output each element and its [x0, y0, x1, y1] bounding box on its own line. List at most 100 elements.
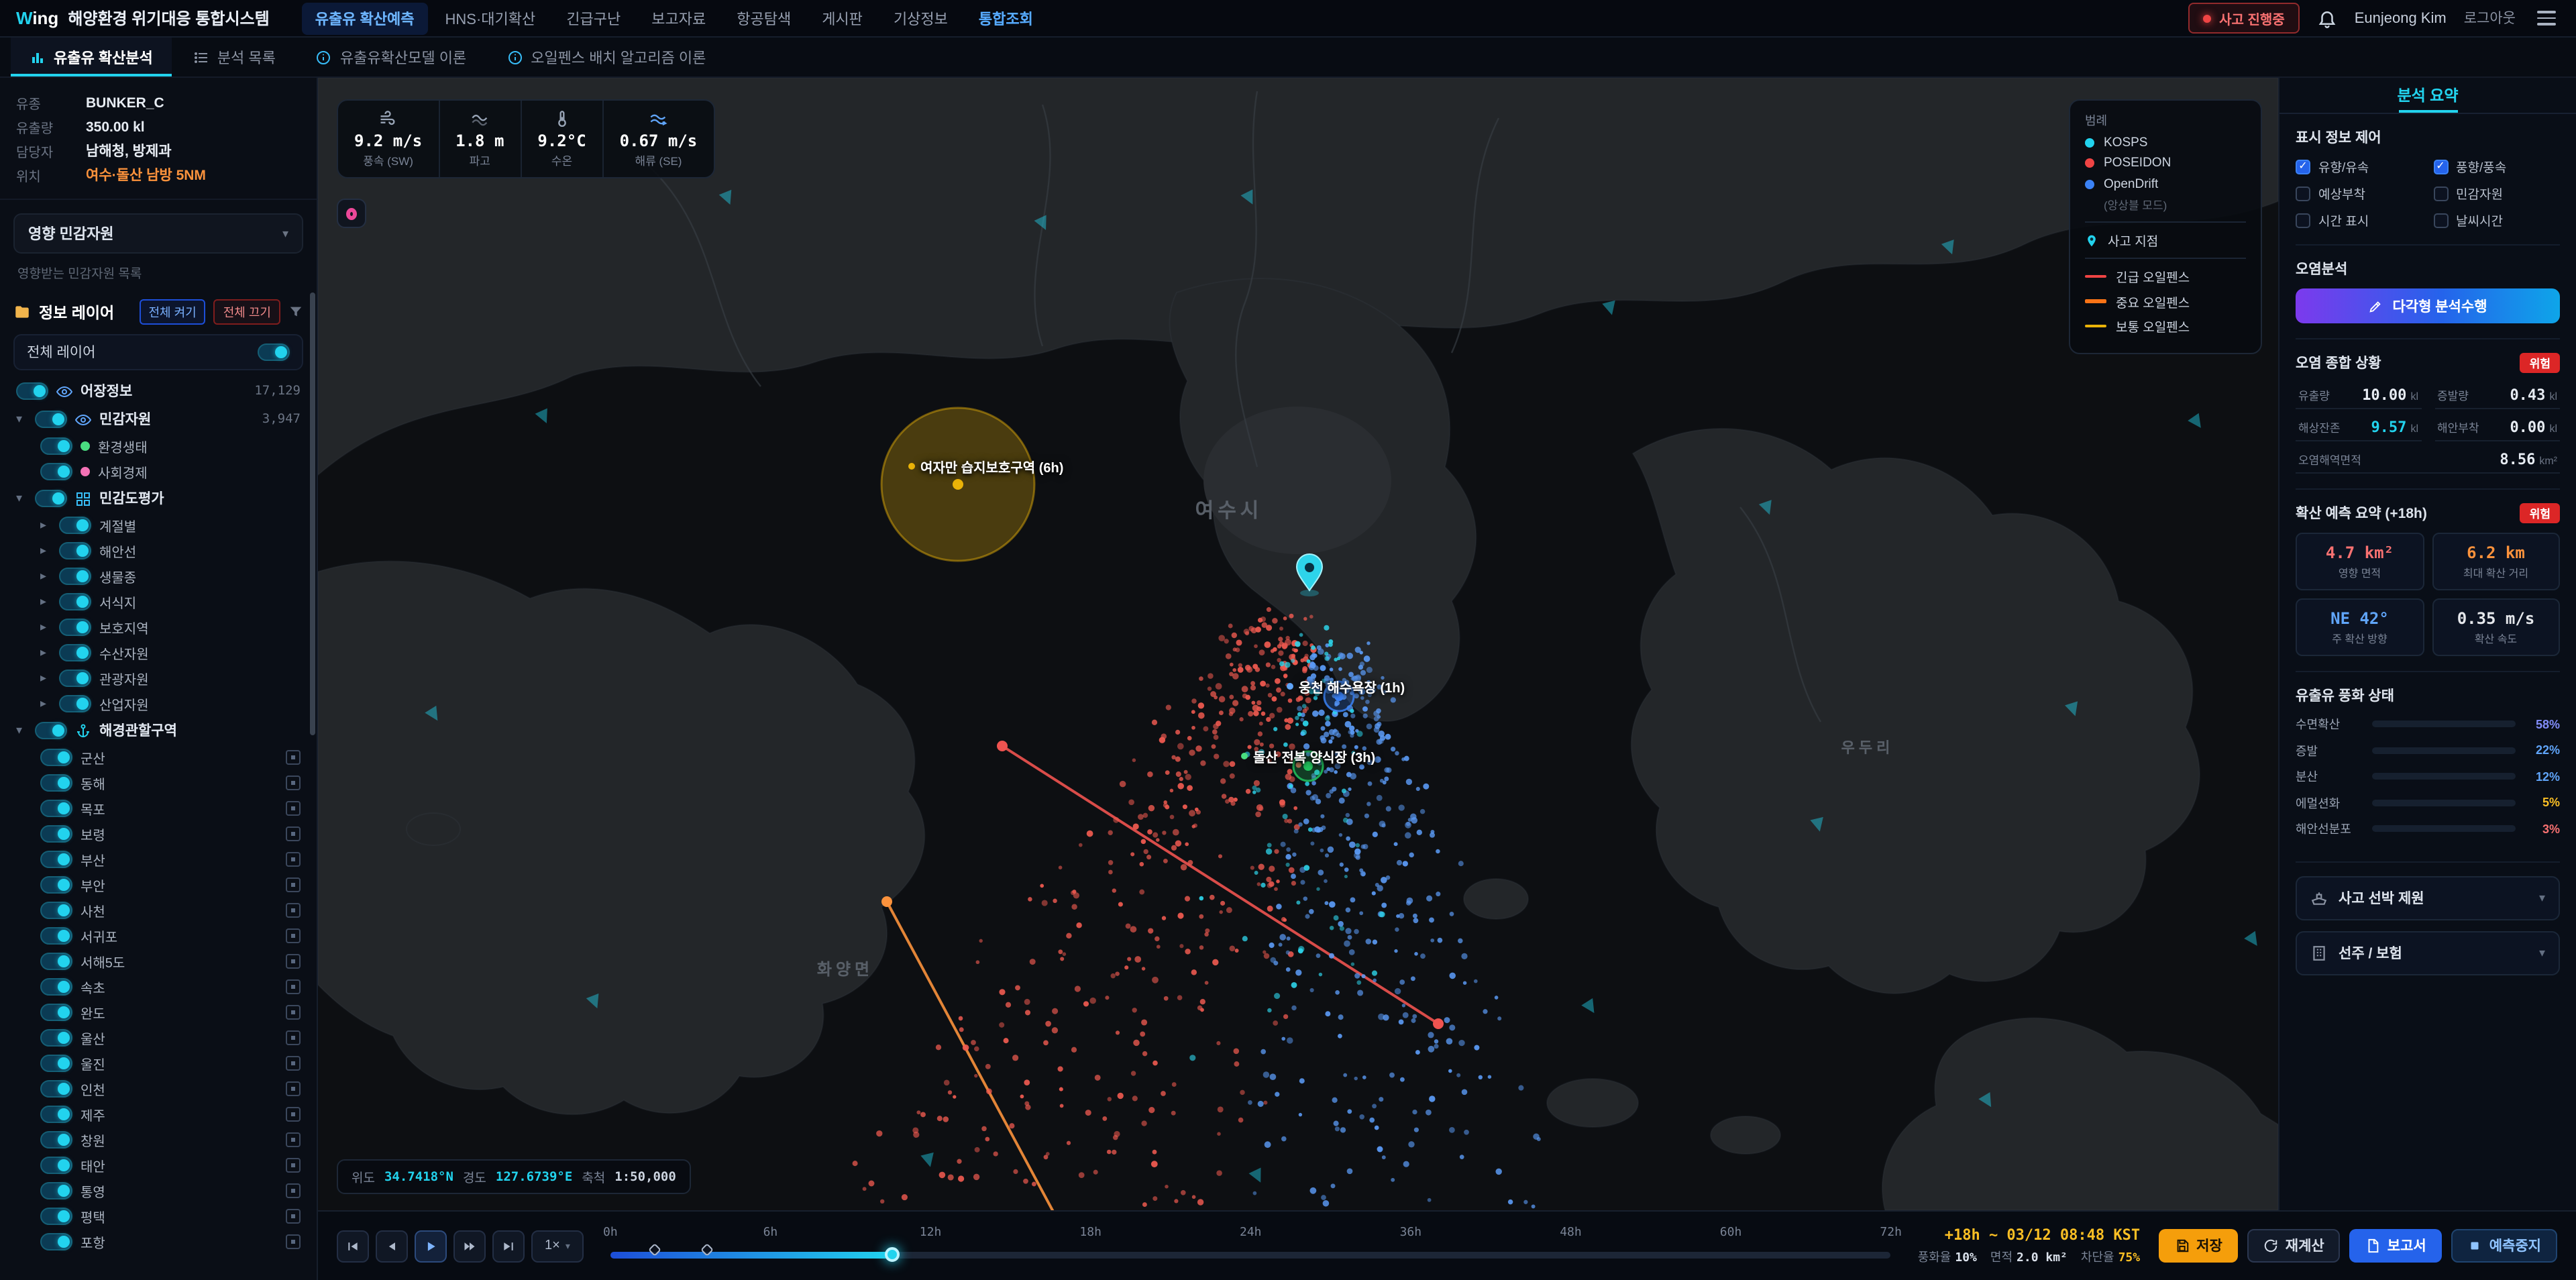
layer-row[interactable]: 통영: [0, 1178, 317, 1204]
locate-icon[interactable]: [286, 1107, 301, 1122]
nav-item[interactable]: 통합조회: [965, 2, 1046, 34]
action-button[interactable]: 저장: [2159, 1229, 2239, 1263]
layer-toggle[interactable]: [40, 437, 72, 455]
sidebar-scrollbar[interactable]: [310, 292, 315, 735]
nav-item[interactable]: 유출유 확산예측: [302, 2, 428, 34]
layer-row[interactable]: 부산: [0, 847, 317, 872]
layer-toggle[interactable]: [40, 1080, 72, 1098]
display-option-checkbox[interactable]: 시간 표시: [2296, 211, 2422, 229]
locate-icon[interactable]: [286, 1158, 301, 1173]
map-style-button[interactable]: [337, 199, 366, 228]
layer-toggle[interactable]: [40, 1233, 72, 1250]
layer-row[interactable]: 어장정보 17,129: [0, 377, 317, 405]
layer-toggle[interactable]: [59, 644, 91, 661]
polygon-analysis-button[interactable]: 다각형 분석수행: [2296, 288, 2560, 323]
tab-item[interactable]: 오일펜스 배치 알고리즘 이론: [488, 38, 724, 76]
layer-toggle[interactable]: [40, 1157, 72, 1174]
layer-toggle[interactable]: [59, 670, 91, 687]
chevron-icon[interactable]: ▸: [40, 518, 51, 533]
filter-icon[interactable]: [288, 305, 303, 319]
layer-toggle[interactable]: [59, 593, 91, 610]
locate-icon[interactable]: [286, 750, 301, 765]
layer-row[interactable]: 동해: [0, 770, 317, 796]
locate-icon[interactable]: [286, 1234, 301, 1249]
layer-row[interactable]: 울진: [0, 1051, 317, 1076]
layer-row[interactable]: 군산: [0, 745, 317, 770]
chevron-icon[interactable]: ▸: [40, 645, 51, 660]
chevron-icon[interactable]: ▸: [40, 696, 51, 711]
layer-toggle[interactable]: [35, 490, 67, 507]
nav-item[interactable]: 기상정보: [880, 2, 961, 34]
play-button[interactable]: [415, 1230, 447, 1262]
layer-row[interactable]: ▸ 보호지역: [0, 615, 317, 640]
layer-row[interactable]: 속초: [0, 974, 317, 1000]
layer-row[interactable]: ▸ 생물종: [0, 564, 317, 589]
poi-label[interactable]: 돌산 전복 양식장 (3h): [1241, 746, 1375, 766]
step-back-button[interactable]: [376, 1230, 408, 1262]
chevron-icon[interactable]: ▸: [40, 671, 51, 686]
layer-row[interactable]: ▸ 산업자원: [0, 691, 317, 716]
layer-toggle[interactable]: [40, 902, 72, 919]
all-layers-on-button[interactable]: 전체 켜기: [140, 299, 206, 325]
layer-row[interactable]: 포항: [0, 1229, 317, 1255]
layer-row[interactable]: ▾ 민감도평가: [0, 484, 317, 513]
layer-row[interactable]: 완도: [0, 1000, 317, 1025]
chevron-icon[interactable]: ▸: [40, 620, 51, 635]
timeline-handle[interactable]: [885, 1247, 900, 1262]
display-option-checkbox[interactable]: 유향/유속: [2296, 157, 2422, 176]
poi-label[interactable]: 웅천 해수욕장 (1h): [1287, 676, 1405, 696]
layer-toggle[interactable]: [16, 382, 48, 400]
layer-row[interactable]: ▾ 민감자원 3,947: [0, 405, 317, 433]
app-logo[interactable]: Wing 해양환경 위기대응 통합시스템: [16, 7, 270, 30]
layer-row[interactable]: 울산: [0, 1025, 317, 1051]
layer-row[interactable]: 사회경제: [0, 459, 317, 484]
logout-button[interactable]: 로그아웃: [2464, 8, 2516, 28]
nav-item[interactable]: 보고자료: [638, 2, 719, 34]
layer-row[interactable]: 태안: [0, 1153, 317, 1178]
layer-toggle[interactable]: [40, 1055, 72, 1072]
layer-toggle[interactable]: [59, 695, 91, 712]
layer-row[interactable]: ▸ 관광자원: [0, 665, 317, 691]
layer-row[interactable]: ▸ 계절별: [0, 513, 317, 538]
action-button[interactable]: 재계산: [2248, 1229, 2341, 1263]
locate-icon[interactable]: [286, 852, 301, 867]
layer-row[interactable]: 보령: [0, 821, 317, 847]
skip-end-button[interactable]: [492, 1230, 525, 1262]
action-button[interactable]: 보고서: [2350, 1229, 2443, 1263]
layer-toggle[interactable]: [59, 517, 91, 534]
layer-toggle[interactable]: [59, 542, 91, 559]
nav-item[interactable]: HNS·대기확산: [432, 2, 549, 34]
display-option-checkbox[interactable]: 예상부착: [2296, 184, 2422, 203]
locate-icon[interactable]: [286, 1005, 301, 1020]
locate-icon[interactable]: [286, 776, 301, 790]
layer-toggle[interactable]: [59, 568, 91, 585]
menu-button[interactable]: [2533, 7, 2560, 30]
chevron-icon[interactable]: ▾: [16, 412, 27, 427]
action-button[interactable]: 예측중지: [2452, 1229, 2557, 1263]
layer-row[interactable]: 목포: [0, 796, 317, 821]
layer-row[interactable]: ▸ 서식지: [0, 589, 317, 615]
layer-toggle[interactable]: [35, 722, 67, 739]
layer-row[interactable]: 평택: [0, 1204, 317, 1229]
chevron-icon[interactable]: ▸: [40, 569, 51, 584]
notification-bell[interactable]: [2317, 8, 2337, 28]
layer-row[interactable]: 부안: [0, 872, 317, 898]
layer-row[interactable]: 환경생태: [0, 433, 317, 459]
locate-icon[interactable]: [286, 1209, 301, 1224]
layer-toggle[interactable]: [40, 1106, 72, 1123]
layer-toggle[interactable]: [40, 953, 72, 970]
layer-toggle[interactable]: [40, 851, 72, 868]
locate-icon[interactable]: [286, 1132, 301, 1147]
layer-row[interactable]: 창원: [0, 1127, 317, 1153]
layer-row[interactable]: ▸ 수산자원: [0, 640, 317, 665]
layer-toggle[interactable]: [40, 800, 72, 817]
locate-icon[interactable]: [286, 801, 301, 816]
display-option-checkbox[interactable]: 날씨시간: [2433, 211, 2560, 229]
layer-toggle[interactable]: [59, 619, 91, 636]
layer-toggle[interactable]: [40, 1029, 72, 1047]
locate-icon[interactable]: [286, 979, 301, 994]
layer-row[interactable]: ▸ 해안선: [0, 538, 317, 564]
master-layer-toggle[interactable]: [258, 343, 290, 361]
layer-toggle[interactable]: [40, 978, 72, 996]
locate-icon[interactable]: [286, 903, 301, 918]
